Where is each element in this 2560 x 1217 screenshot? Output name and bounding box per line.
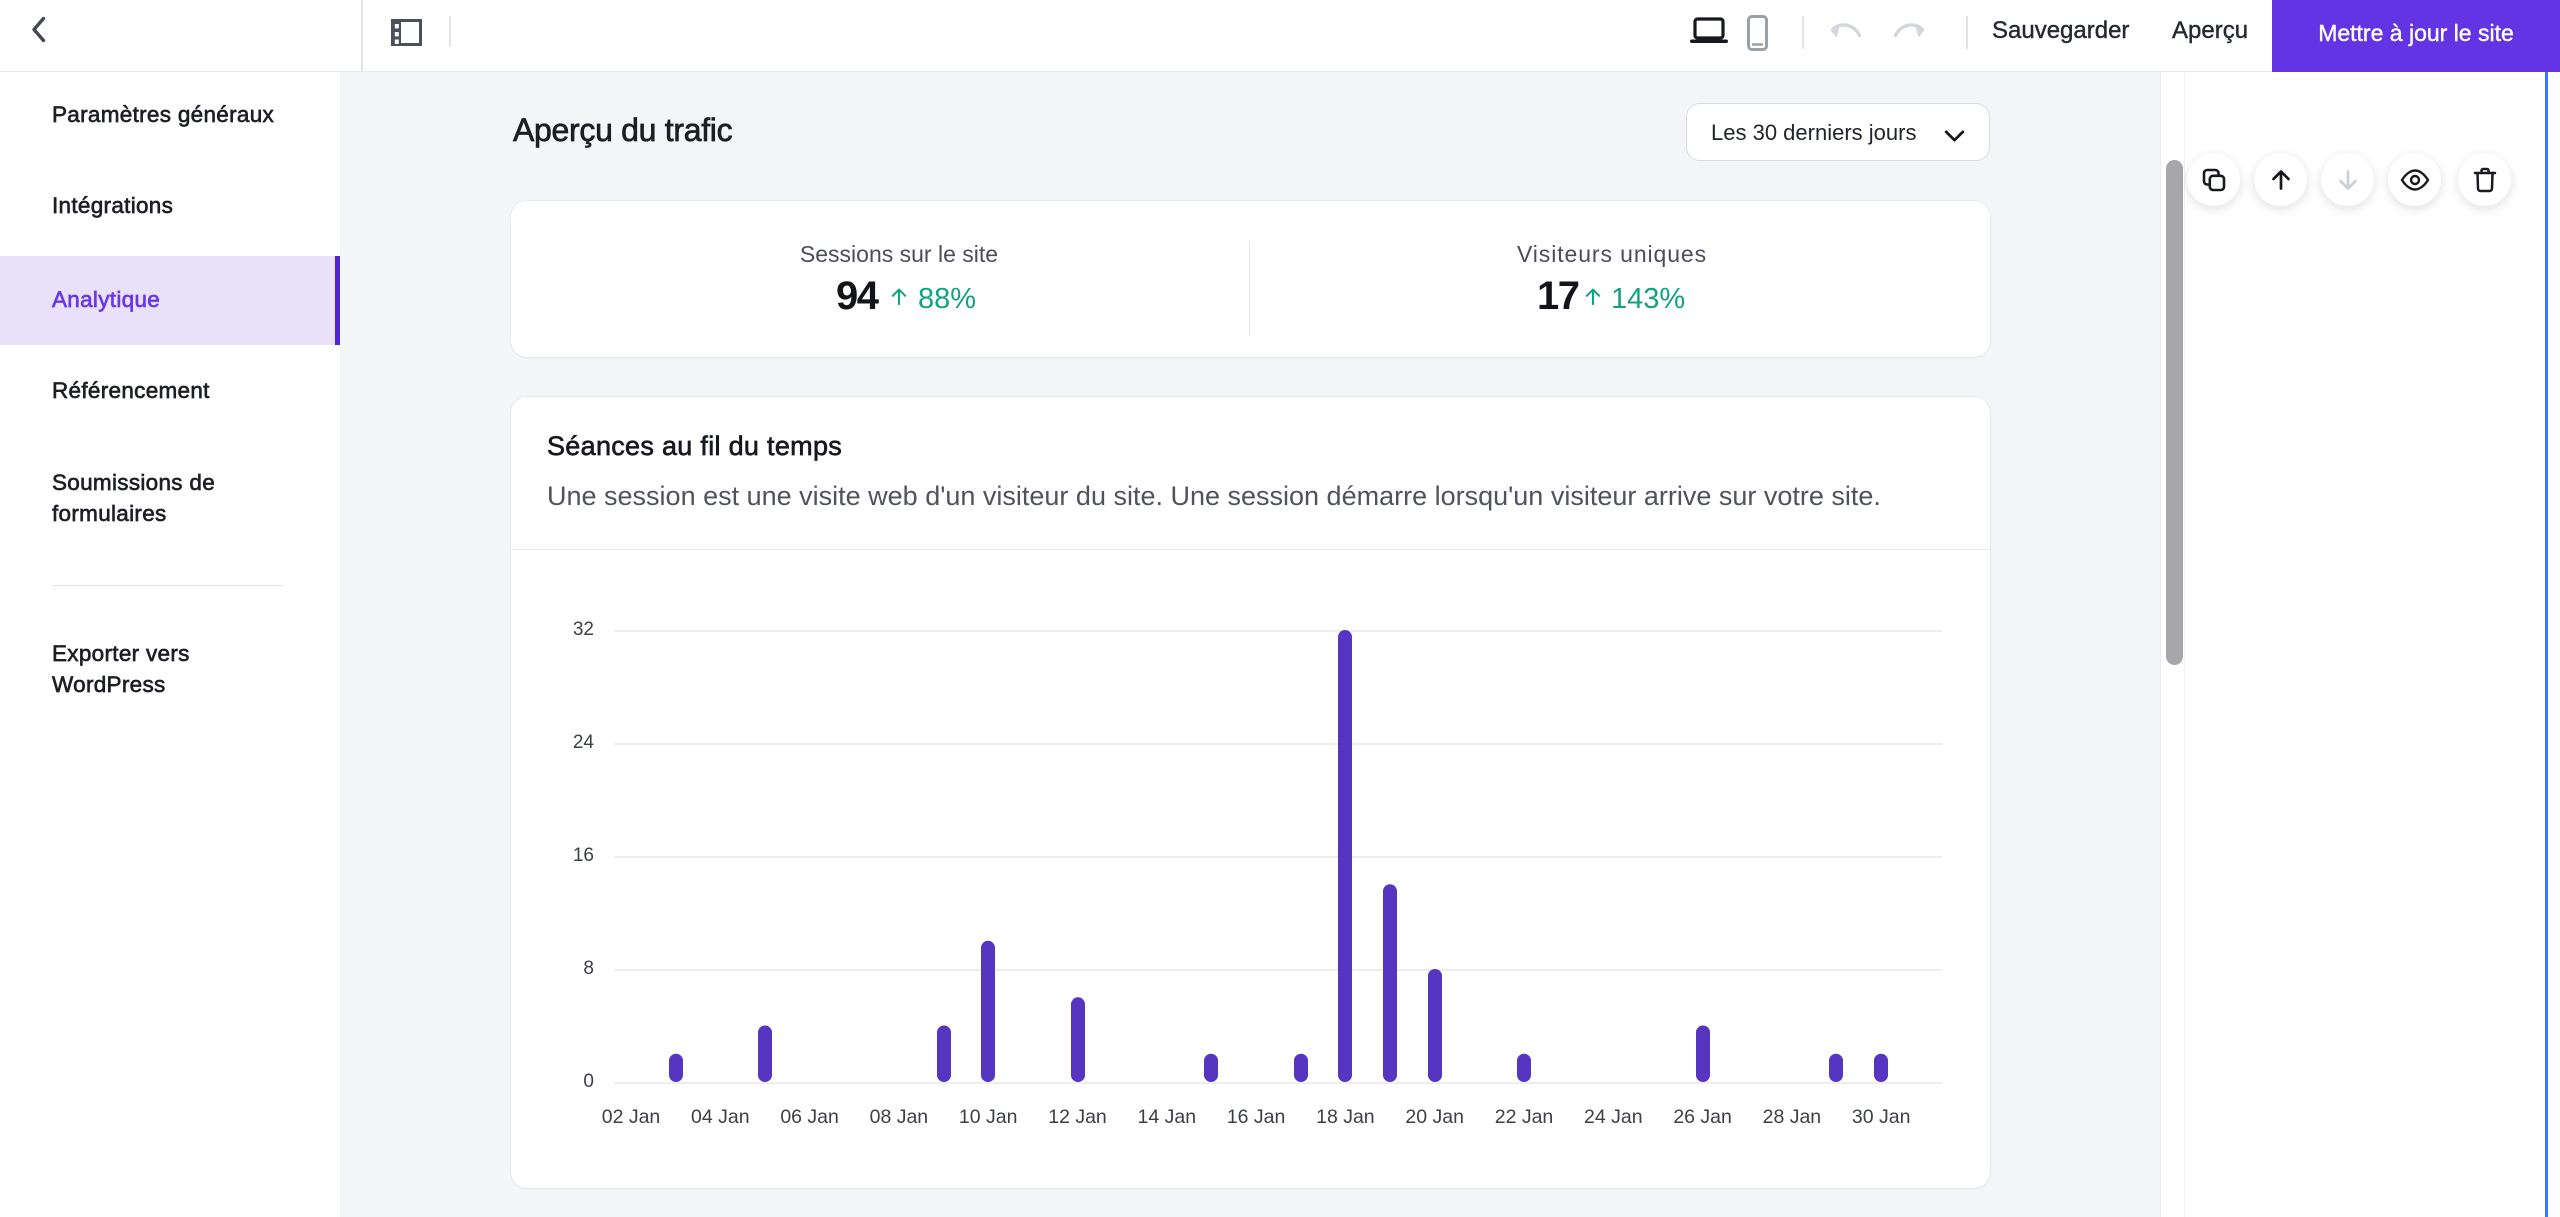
svg-text:02 Jan: 02 Jan	[602, 1106, 661, 1128]
svg-text:26 Jan: 26 Jan	[1673, 1106, 1732, 1128]
svg-text:04 Jan: 04 Jan	[691, 1106, 750, 1128]
svg-text:14 Jan: 14 Jan	[1138, 1106, 1197, 1128]
svg-text:06 Jan: 06 Jan	[780, 1106, 839, 1128]
svg-text:8: 8	[583, 958, 594, 979]
svg-text:30 Jan: 30 Jan	[1852, 1106, 1911, 1128]
svg-text:10 Jan: 10 Jan	[959, 1106, 1018, 1128]
svg-text:24 Jan: 24 Jan	[1584, 1106, 1643, 1128]
svg-text:16 Jan: 16 Jan	[1227, 1106, 1286, 1128]
svg-text:28 Jan: 28 Jan	[1763, 1106, 1822, 1128]
svg-text:18 Jan: 18 Jan	[1316, 1106, 1375, 1128]
svg-text:08 Jan: 08 Jan	[870, 1106, 929, 1128]
svg-text:16: 16	[573, 845, 594, 866]
svg-text:32: 32	[573, 619, 594, 640]
svg-text:22 Jan: 22 Jan	[1495, 1106, 1554, 1128]
svg-text:12 Jan: 12 Jan	[1048, 1106, 1107, 1128]
svg-text:0: 0	[583, 1071, 594, 1092]
svg-text:20 Jan: 20 Jan	[1405, 1106, 1464, 1128]
svg-text:24: 24	[573, 732, 595, 753]
